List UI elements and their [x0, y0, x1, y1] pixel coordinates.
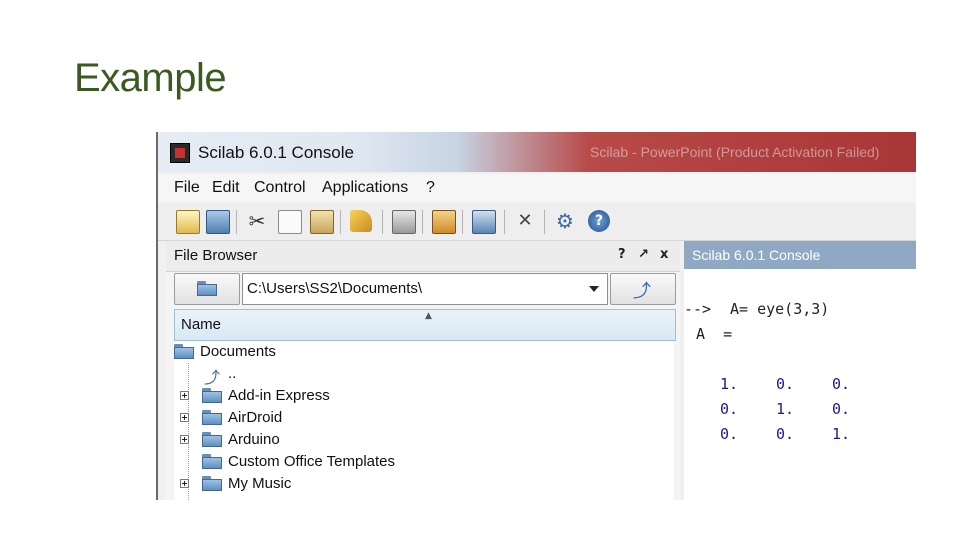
file-browser-header: File Browser ? ↗ x [166, 241, 680, 272]
tree-label: Custom Office Templates [228, 453, 396, 470]
folder-icon [202, 454, 222, 469]
folder-icon [202, 388, 222, 403]
new-script-icon[interactable] [176, 210, 200, 234]
path-combobox[interactable]: C:\Users\SS2\Documents\ [242, 273, 608, 305]
toolbar-separator [544, 210, 545, 234]
toolbar-separator [382, 210, 383, 234]
matrix-cell: 0. [720, 400, 739, 418]
parent-directory-button[interactable]: ⤴ [610, 273, 676, 305]
console-panel[interactable]: Scilab 6.0.1 Console --> A= eye(3,3) A =… [684, 241, 916, 500]
toolbar-separator [422, 210, 423, 234]
cut-icon[interactable]: ✂ [246, 210, 268, 232]
toolbar-separator [504, 210, 505, 234]
preferences-icon[interactable]: ✕ [514, 210, 536, 232]
tree-row-custom-office-templates[interactable]: Custom Office Templates [174, 451, 674, 473]
file-tree: Documents ⤴ .. Add-in Express AirDroid A… [174, 341, 674, 500]
gear-icon[interactable]: ⚙ [554, 210, 576, 232]
file-browser-title: File Browser [174, 247, 258, 264]
matrix-cell: 1. [776, 400, 795, 418]
help-icon[interactable]: ? [588, 210, 610, 232]
tree-row-airdroid[interactable]: AirDroid [174, 407, 674, 429]
tree-label: Add-in Express [228, 387, 330, 404]
scilab-app-icon [170, 143, 190, 163]
menu-bar: File Edit Control Applications ? [158, 174, 916, 202]
folder-icon [202, 410, 222, 425]
folder-icon [197, 281, 217, 296]
matrix-cell: 0. [720, 425, 739, 443]
tree-row-add-in-express[interactable]: Add-in Express [174, 385, 674, 407]
console-prompt: --> [684, 300, 712, 318]
matrix-cell: 0. [776, 375, 795, 393]
folder-icon [174, 344, 194, 359]
tree-row-documents[interactable]: Documents [174, 341, 674, 363]
tree-label: My Music [228, 475, 292, 492]
tree-label: AirDroid [228, 409, 283, 426]
sort-ascending-icon: ▲ [425, 311, 432, 321]
expand-icon[interactable] [180, 391, 189, 400]
tree-row-arduino[interactable]: Arduino [174, 429, 674, 451]
tree-row-my-music[interactable]: My Music [174, 473, 674, 495]
tree-label: Arduino [228, 431, 280, 448]
expand-icon[interactable] [180, 413, 189, 422]
menu-applications[interactable]: Applications [322, 179, 408, 197]
menu-help[interactable]: ? [426, 179, 435, 197]
file-browser-panel: File Browser ? ↗ x C:\Users\SS2\Document… [166, 241, 680, 500]
console-command: A= eye(3,3) [730, 300, 830, 318]
menu-file[interactable]: File [174, 179, 200, 197]
window-titlebar[interactable]: Scilab 6.0.1 Console Scilab - PowerPoint… [158, 132, 916, 172]
toolbar-separator [236, 210, 237, 234]
up-arrow-icon: ⤴ [633, 281, 651, 302]
matrix-cell: 0. [832, 375, 851, 393]
paste-icon[interactable] [310, 210, 334, 234]
select-directory-button[interactable] [174, 273, 240, 305]
matrix-cell: 0. [776, 425, 795, 443]
name-column-label: Name [181, 316, 222, 333]
tree-label: .. [228, 365, 237, 382]
console-header: Scilab 6.0.1 Console [684, 241, 916, 269]
path-text: C:\Users\SS2\Documents\ [247, 280, 423, 297]
clear-console-icon[interactable] [350, 210, 372, 232]
print-icon[interactable] [392, 210, 416, 234]
console-title: Scilab 6.0.1 Console [692, 247, 821, 263]
browse-variables-icon[interactable] [432, 210, 456, 234]
open-folder-icon[interactable] [206, 210, 230, 234]
panel-close-icon[interactable]: x [660, 247, 668, 262]
toolbar-separator [340, 210, 341, 234]
expand-icon[interactable] [180, 479, 189, 488]
background-window-title: Scilab - PowerPoint (Product Activation … [590, 144, 880, 160]
scilab-window: Scilab 6.0.1 Console Scilab - PowerPoint… [156, 132, 916, 500]
folder-icon [202, 432, 222, 447]
toolbar: ✂ ✕ ⚙ ? [158, 204, 916, 241]
toolbar-separator [462, 210, 463, 234]
copy-icon[interactable] [278, 210, 302, 234]
module-manager-icon[interactable] [472, 210, 496, 234]
matrix-cell: 1. [720, 375, 739, 393]
folder-icon [202, 476, 222, 491]
dropdown-arrow-icon[interactable] [589, 286, 599, 292]
matrix-cell: 1. [832, 425, 851, 443]
panel-help-icon[interactable]: ? [618, 247, 626, 262]
expand-icon[interactable] [180, 435, 189, 444]
slide-title: Example [74, 56, 227, 100]
panel-undock-icon[interactable]: ↗ [638, 247, 649, 262]
matrix-cell: 0. [832, 400, 851, 418]
console-output-label: A = [696, 325, 733, 343]
menu-edit[interactable]: Edit [212, 179, 240, 197]
menu-control[interactable]: Control [254, 179, 306, 197]
tree-label: Documents [200, 343, 276, 360]
window-title: Scilab 6.0.1 Console [198, 143, 354, 162]
name-column-header[interactable]: Name ▲ [174, 309, 676, 341]
tree-row-parent[interactable]: ⤴ .. [174, 363, 674, 387]
